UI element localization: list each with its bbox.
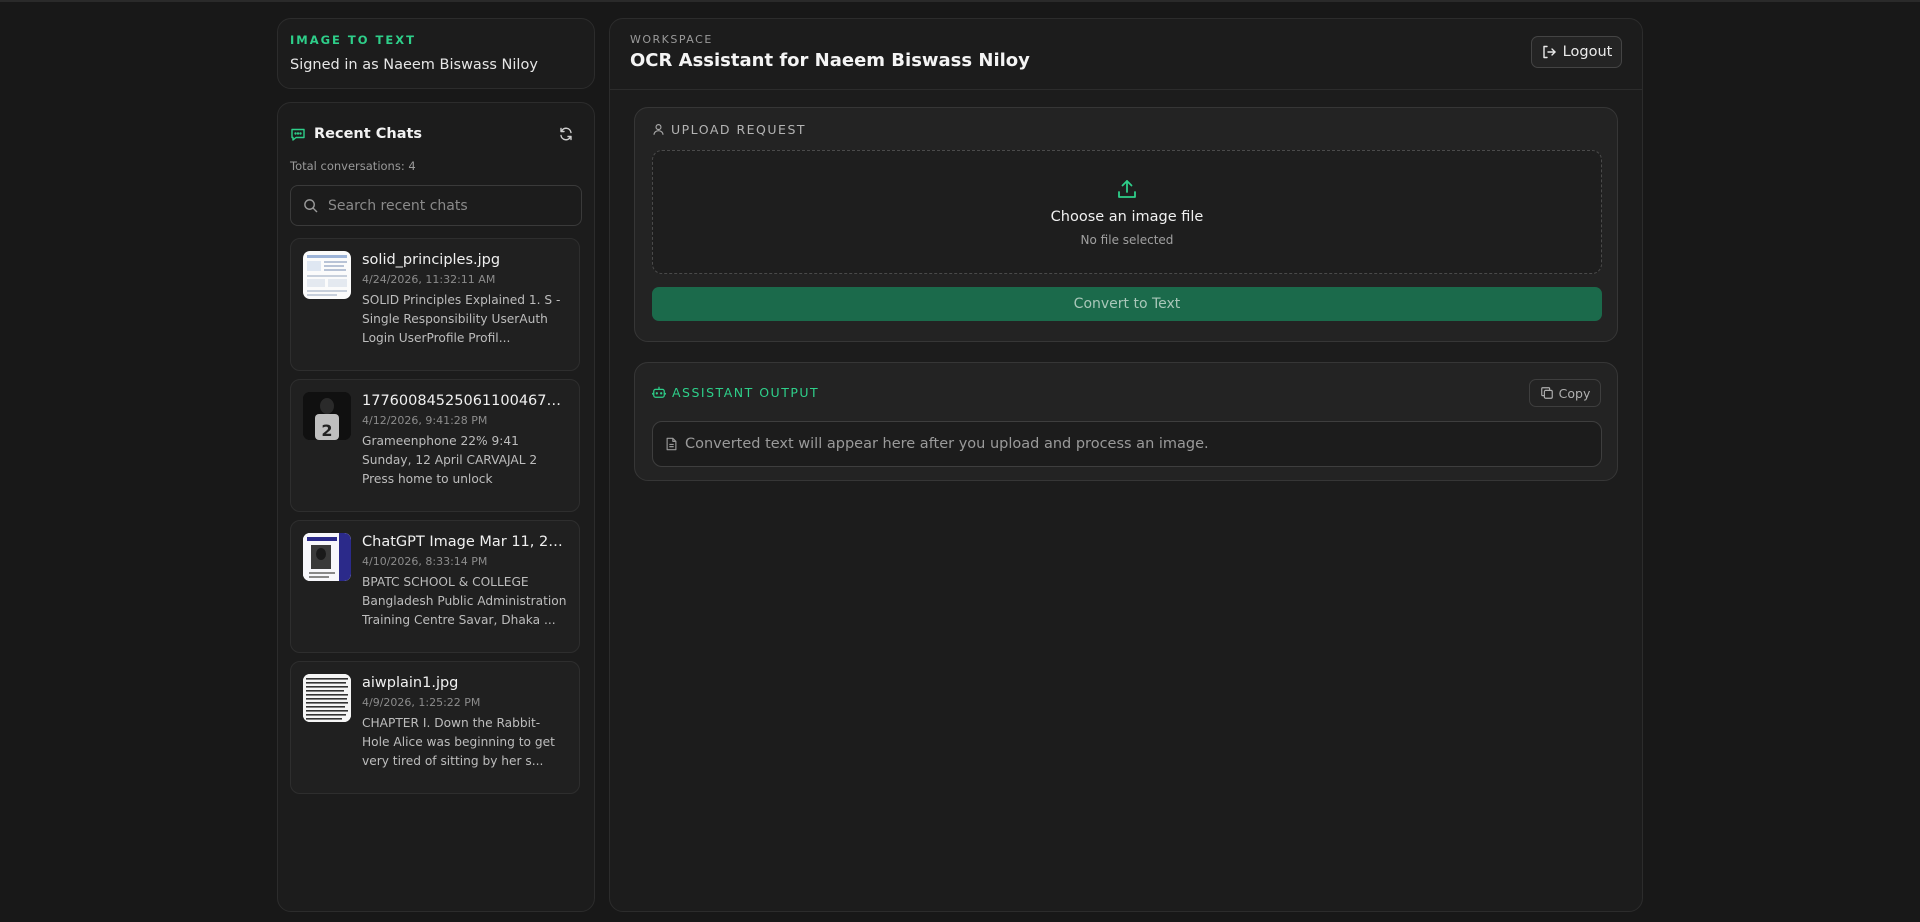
chat-list: solid_principles.jpg 4/24/2026, 11:32:11… (290, 238, 582, 794)
document-icon (665, 437, 678, 451)
logout-label: Logout (1562, 44, 1613, 60)
output-placeholder: Converted text will appear here after yo… (685, 436, 1209, 452)
output-card: ASSISTANT OUTPUT Copy Converted text wil… (634, 362, 1618, 481)
chat-item[interactable]: ChatGPT Image Mar 11, 2026, 10_20_52 PM.… (290, 520, 580, 653)
chat-preview: Grameenphone 22% 9:41 Sunday, 12 April C… (362, 434, 538, 486)
convert-button[interactable]: Convert to Text (652, 287, 1602, 321)
workspace-header: WORKSPACE OCR Assistant for Naeem Biswas… (610, 19, 1642, 90)
chat-preview: CHAPTER I. Down the Rabbit-Hole Alice wa… (362, 716, 555, 768)
svg-text:2: 2 (321, 421, 332, 440)
recent-chats-panel: Recent Chats Total conversations: 4 Sear… (277, 102, 595, 912)
user-icon (652, 123, 665, 136)
chat-title: ChatGPT Image Mar 11, 2026, 10_20_52 PM.… (362, 534, 567, 550)
workspace-label: WORKSPACE (630, 33, 713, 46)
chat-preview: SOLID Principles Explained 1. S - Single… (362, 293, 561, 345)
logout-icon (1541, 44, 1557, 60)
refresh-button[interactable] (552, 120, 580, 148)
output-section-label: ASSISTANT OUTPUT (672, 384, 820, 400)
workspace-panel: WORKSPACE OCR Assistant for Naeem Biswas… (609, 18, 1643, 912)
file-status: No file selected (1080, 233, 1174, 247)
copy-icon (1540, 386, 1554, 400)
chat-timestamp: 4/10/2026, 8:33:14 PM (362, 555, 488, 568)
copy-label: Copy (1558, 385, 1591, 401)
recent-chats-header: Recent Chats (290, 109, 582, 159)
bot-icon (652, 385, 666, 399)
upload-section-label: UPLOAD REQUEST (671, 121, 807, 137)
chat-thumbnail (303, 674, 351, 722)
chat-preview: BPATC SCHOOL & COLLEGE Bangladesh Public… (362, 575, 567, 627)
signed-in-text: Signed in as Naeem Biswass Niloy (290, 57, 538, 73)
search-icon (304, 199, 318, 213)
search-input[interactable] (328, 197, 569, 214)
chat-item[interactable]: solid_principles.jpg 4/24/2026, 11:32:11… (290, 238, 580, 371)
chat-thumbnail (303, 251, 351, 299)
chat-timestamp: 4/9/2026, 1:25:22 PM (362, 696, 481, 709)
upload-card: UPLOAD REQUEST Choose an image file No f… (634, 107, 1618, 342)
profile-card: IMAGE TO TEXT Signed in as Naeem Biswass… (277, 18, 595, 89)
chat-title: aiwplain1.jpg (362, 675, 459, 691)
chat-thumbnail: 2 (303, 392, 351, 440)
chat-timestamp: 4/24/2026, 11:32:11 AM (362, 273, 496, 286)
file-dropzone[interactable]: Choose an image file No file selected (652, 150, 1602, 274)
choose-file-label: Choose an image file (1050, 209, 1204, 225)
search-box (290, 185, 582, 226)
chat-thumbnail (303, 533, 351, 581)
top-divider (0, 0, 1920, 2)
upload-section-header: UPLOAD REQUEST (652, 108, 1600, 150)
logout-button[interactable]: Logout (1531, 36, 1622, 68)
chat-timestamp: 4/12/2026, 9:41:28 PM (362, 414, 488, 427)
chat-title: solid_principles.jpg (362, 252, 501, 268)
upload-icon (1118, 180, 1136, 198)
app-brand: IMAGE TO TEXT (290, 33, 416, 47)
recent-chats-title: Recent Chats (314, 126, 423, 142)
copy-button[interactable]: Copy (1529, 379, 1601, 407)
chat-item[interactable]: aiwplain1.jpg 4/9/2026, 1:25:22 PM CHAPT… (290, 661, 580, 794)
chat-title: 1776008452506110046735​0.jpg (362, 393, 567, 409)
refresh-icon (560, 127, 572, 141)
output-section-header: ASSISTANT OUTPUT (652, 363, 1600, 421)
page-title: OCR Assistant for Naeem Biswass Niloy (630, 50, 1030, 71)
chat-bubble-icon (290, 126, 306, 142)
chat-item[interactable]: 2 1776008452506110046735​0.jpg 4/12/2026… (290, 379, 580, 512)
output-text-area[interactable]: Converted text will appear here after yo… (652, 421, 1602, 467)
total-conversations: Total conversations: 4 (290, 159, 416, 173)
